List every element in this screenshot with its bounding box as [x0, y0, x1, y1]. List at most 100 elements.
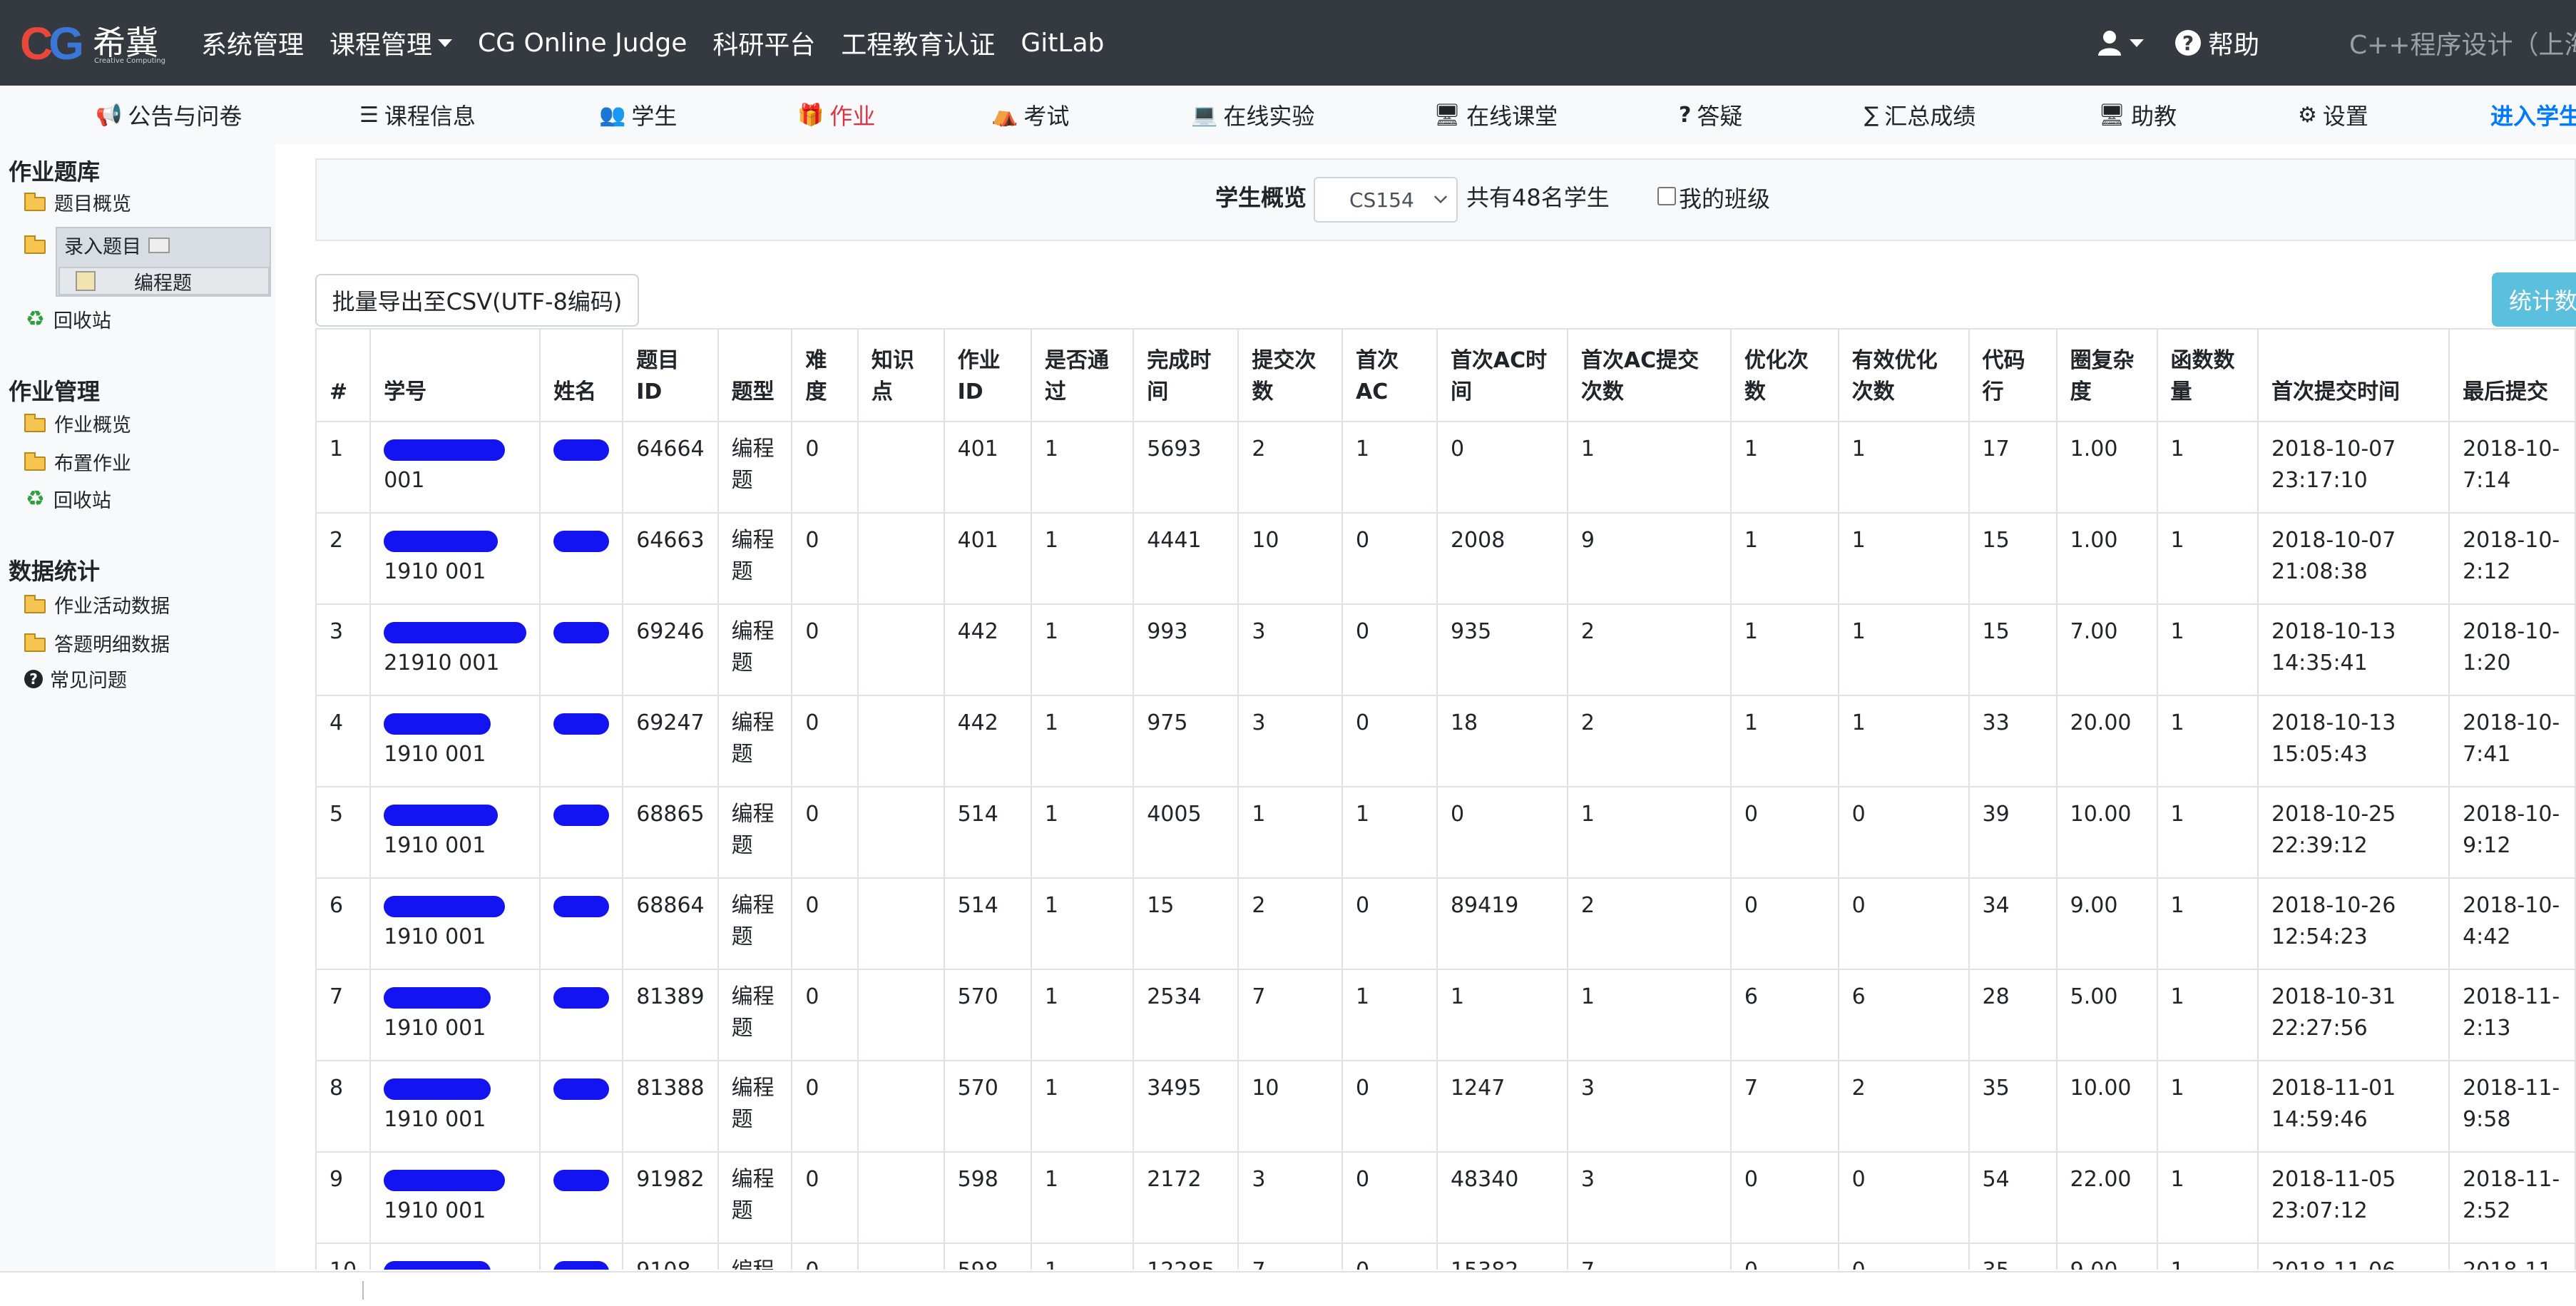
col-header[interactable]: 优化次数: [1729, 328, 1839, 422]
col-header[interactable]: 首次AC: [1341, 328, 1438, 422]
cell-text: 2018-11-05 23:07:12: [2271, 1167, 2396, 1223]
nav-online-judge[interactable]: CG Online Judge: [478, 29, 687, 58]
table-cell: 570: [943, 1060, 1032, 1153]
col-header[interactable]: 作业ID: [943, 328, 1032, 422]
cell-text: 15: [1982, 619, 2010, 644]
col-header[interactable]: 圈复杂度: [2055, 328, 2158, 422]
subnav-assistants[interactable]: 🖥 助教: [2098, 86, 2177, 144]
col-header[interactable]: 最后提交: [2448, 328, 2576, 422]
subnav-grades[interactable]: ∑ 汇总成绩: [1864, 86, 1976, 144]
nav-gitlab[interactable]: GitLab: [1021, 29, 1104, 58]
statistics-button[interactable]: 统计数: [2492, 272, 2576, 327]
class-select-value: CS154: [1349, 188, 1414, 212]
col-header[interactable]: 学号: [369, 328, 541, 422]
nav-course-admin[interactable]: 课程管理: [329, 24, 453, 61]
sidebar-item-recycle-bin[interactable]: ♻ 回收站: [26, 305, 111, 333]
sidebar-item-faq[interactable]: ? 常见问题: [24, 665, 127, 693]
col-header[interactable]: #: [315, 328, 372, 422]
sidebar-item-programming[interactable]: 编程题: [58, 267, 270, 295]
cell-text: 5: [329, 802, 344, 827]
col-header[interactable]: 完成时间: [1133, 328, 1240, 422]
subnav-students[interactable]: 👥 学生: [599, 86, 677, 144]
cell-text: 401: [957, 528, 998, 553]
col-header[interactable]: 函数数量: [2156, 328, 2259, 422]
cell-text: 1: [2170, 437, 2184, 461]
subnav-online-lab[interactable]: 💻 在线实验: [1191, 86, 1314, 144]
cell-text: 68864: [636, 893, 705, 918]
subnav-homework[interactable]: 🎁 作业: [797, 86, 875, 144]
table-cell: 9.00: [2055, 1243, 2158, 1270]
table-cell: 4441: [1133, 512, 1240, 605]
sidebar-item-enter-question[interactable]: 录入题目: [24, 231, 170, 259]
cell-text: 1: [1044, 893, 1058, 918]
col-header[interactable]: 是否通过: [1030, 328, 1135, 422]
nav-accreditation[interactable]: 工程教育认证: [841, 24, 995, 61]
student-id-text: 1910 001: [384, 1016, 486, 1041]
table-row: 2 1910 001 64663 编程题 0 401 1 4441 10 0 2008 9 1 1 15 1.…: [315, 512, 2576, 605]
cell-text: 993: [1147, 619, 1188, 644]
sidebar-item-question-overview[interactable]: 题目概览: [24, 188, 131, 216]
my-class-checkbox[interactable]: [1657, 187, 1676, 205]
sidebar-item-label: 作业概览: [54, 414, 131, 437]
gift-icon: 🎁: [797, 102, 824, 128]
table-cell: 401: [943, 421, 1032, 514]
nav-research[interactable]: 科研平台: [712, 24, 815, 61]
class-select[interactable]: CS154: [1314, 177, 1458, 223]
brand-logo[interactable]: CG 希冀 Creative Computing: [20, 13, 170, 70]
redaction-mark: [384, 1169, 506, 1191]
redaction-mark: [553, 804, 610, 826]
subnav-course-info[interactable]: ☰ 课程信息: [359, 86, 476, 144]
col-header[interactable]: 提交次数: [1237, 328, 1344, 422]
subnav-exams[interactable]: ⛺ 考试: [991, 86, 1069, 144]
table-cell: 4005: [1133, 786, 1240, 879]
results-table-container[interactable]: # 学号 姓名 题目ID 题型 难度 知识点 作业ID 是否通过 完成时间 提交…: [315, 328, 2576, 1270]
current-course[interactable]: C++程序设计（上海: [2349, 24, 2576, 61]
cell-text: 7: [1252, 984, 1266, 1009]
cell-text: 0: [805, 984, 819, 1009]
col-header[interactable]: 题型: [717, 328, 793, 422]
gear-icon: ⚙: [2298, 102, 2317, 128]
table-cell: 2018-10-31 22:27:56: [2256, 969, 2450, 1061]
sidebar-item-homework-overview[interactable]: 作业概览: [24, 409, 131, 437]
table-cell: 编程: [717, 1243, 793, 1270]
col-header[interactable]: 首次AC提交次数: [1566, 328, 1732, 422]
cell-text: 0: [1356, 1167, 1370, 1192]
subnav-settings[interactable]: ⚙ 设置: [2298, 86, 2368, 144]
enter-student-view[interactable]: 进入学生: [2490, 86, 2576, 144]
col-header[interactable]: 知识点: [857, 328, 945, 422]
table-cell: 0: [791, 1060, 859, 1153]
sidebar-item-recycle-bin-2[interactable]: ♻ 回收站: [26, 485, 111, 513]
cell-text: 570: [957, 1076, 998, 1101]
user-menu[interactable]: [2095, 24, 2144, 61]
sidebar-item-assign-homework[interactable]: 布置作业: [24, 448, 131, 476]
col-header[interactable]: 难度: [791, 328, 859, 422]
col-header[interactable]: 姓名: [539, 328, 624, 422]
col-header[interactable]: 代码行: [1968, 328, 2058, 422]
table-cell: 0: [1729, 1243, 1839, 1270]
subnav-qa[interactable]: ? 答疑: [1679, 86, 1742, 144]
cell-text: 0: [1744, 893, 1758, 918]
sidebar-item-answer-details[interactable]: 答题明细数据: [24, 629, 170, 657]
nav-system-admin[interactable]: 系统管理: [201, 24, 304, 61]
col-header[interactable]: 首次提交时间: [2256, 328, 2450, 422]
col-header[interactable]: 首次AC时间: [1436, 328, 1568, 422]
subnav-announcements[interactable]: 📢 公告与问卷: [96, 86, 242, 144]
table-cell: 514: [943, 877, 1032, 970]
cell-text: 1: [1580, 437, 1595, 461]
cell-text: 15: [1147, 893, 1175, 918]
collapse-toggle-icon[interactable]: [148, 237, 170, 253]
sidebar-item-activity-data[interactable]: 作业活动数据: [24, 591, 170, 618]
cell-text: 编程题: [731, 1167, 775, 1223]
table-cell: 0: [1837, 1243, 1970, 1270]
subnav-online-class[interactable]: 🖥 在线课堂: [1433, 86, 1558, 144]
table-cell: 0: [1341, 1151, 1438, 1244]
col-header[interactable]: 题目ID: [622, 328, 719, 422]
table-cell: 2018-10-07 21:08:38: [2256, 512, 2450, 605]
export-csv-button[interactable]: 批量导出至CSV(UTF-8编码): [315, 274, 639, 327]
help-link[interactable]: ? 帮助: [2175, 24, 2259, 61]
my-class-label[interactable]: 我的班级: [1679, 181, 1770, 214]
col-header[interactable]: 有效优化次数: [1837, 328, 1970, 422]
table-row: 5 1910 001 68865 编程题 0 514 1 4005 1 1 0 1 0 0 39 10.00 1…: [315, 786, 2576, 879]
table-cell: 1: [1030, 786, 1135, 879]
table-cell: 9: [1566, 512, 1732, 605]
